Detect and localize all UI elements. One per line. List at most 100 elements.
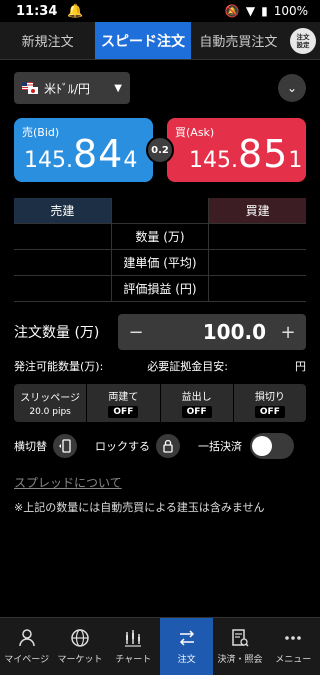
ask-price-main: 85 [237,132,289,176]
order-settings-button[interactable]: 注文 設定 [286,22,320,59]
buy-ask-button[interactable]: 買(Ask) 145.851 [167,118,306,182]
take-profit-label: 益出し [181,392,212,403]
chart-icon [125,630,142,647]
required-margin-unit: 円 [295,360,306,373]
pair-row: 米ﾄﾞﾙ/円 ▼ ⌄ [0,66,320,110]
lock-icon [163,439,173,453]
battery-level: 100% [273,4,308,18]
status-bar: 11:34 🔔 🔕 ▼ ▮ 100% [0,0,320,22]
row-label: 評価損益 (円) [110,276,210,301]
tab-new-order[interactable]: 新規注文 [0,22,95,59]
ask-price: 145.851 [189,132,302,176]
buy-avg-price-cell [209,250,306,275]
rotate-phone-icon [59,439,71,453]
slippage-label: スリッページ [20,393,81,404]
currency-pair-label: 米ﾄﾞﾙ/円 [44,81,91,96]
toggle-row: 横切替 ロックする 一括決済 [14,432,306,460]
order-options-bar: スリッページ 20.0 pips 両建て OFF 益出し OFF 損切り OFF [14,384,306,422]
wifi-icon: ▼ [245,4,256,18]
stop-loss-label: 損切り [254,392,285,403]
increase-quantity-button[interactable]: + [280,322,296,343]
slippage-value: 20.0 pips [29,407,71,417]
mute-icon: 🔕 [224,4,240,18]
bulk-settle-toggle[interactable] [250,433,294,459]
nav-order-label: 注文 [177,655,196,665]
take-profit-setting[interactable]: 益出し OFF [161,384,234,422]
more-icon [285,636,302,640]
globe-icon [71,629,89,647]
buy-position-header: 買建 [209,198,307,223]
ask-price-prefix: 145. [189,148,238,173]
order-type-tabs: 新規注文 スピード注文 自動売買注文 注文 設定 [0,22,320,60]
nav-chart[interactable]: チャート [107,618,160,675]
hedge-label: 両建て [108,392,139,403]
tab-speed-order[interactable]: スピード注文 [95,22,191,59]
orientation-switch-label: 横切替 [14,440,47,453]
battery-icon: ▮ [261,4,268,18]
sell-pnl-cell [14,276,111,301]
nav-menu-label: メニュー [275,655,312,665]
person-icon [18,629,35,647]
lock-button[interactable] [156,434,180,458]
order-arrows-icon [179,630,194,646]
bulk-settle-label: 一括決済 [198,440,242,453]
nav-mypage-label: マイページ [4,655,50,665]
sell-position-header: 売建 [14,198,111,223]
order-settings-line2: 設定 [296,40,310,49]
bid-price-tail: 4 [123,148,138,173]
auto-trade-note: ※上記の数量には自動売買による建玉は含みません [14,501,265,514]
info-row: 発注可能数量(万): 必要証拠金目安: 円 [14,358,306,374]
bid-price-main: 84 [72,132,124,176]
stop-loss-status-badge: OFF [254,406,285,418]
ask-price-tail: 1 [288,148,303,173]
status-time: 11:34 [16,3,58,19]
quantity-stepper: − 100.0 + [118,314,306,350]
currency-pair-select[interactable]: 米ﾄﾞﾙ/円 ▼ [14,72,130,104]
nav-market[interactable]: マーケット [53,618,106,675]
slippage-setting[interactable]: スリッページ 20.0 pips [14,384,88,422]
bid-price: 145.844 [24,132,137,176]
hedge-status-badge: OFF [108,406,139,418]
buy-quantity-cell [209,224,306,249]
nav-order[interactable]: 注文 [159,618,214,675]
position-table-header: 売建 買建 [14,198,307,224]
usd-jpy-flag-icon [22,82,38,94]
spread-badge: 0.2 [146,136,174,164]
row-label: 建単価 (平均) [110,250,210,275]
lock-label: ロックする [95,440,150,453]
required-margin-label: 必要証拠金目安: [147,360,229,373]
quote-panel: 売(Bid) 145.844 買(Ask) 145.851 0.2 [14,118,306,184]
chevron-down-icon: ⌄ [286,81,298,95]
order-settings-line1: 注文 [296,32,310,41]
bottom-navigation: マイページ マーケット チャート 注文 決済・照会 メニュー [0,617,320,675]
table-row: 評価損益 (円) [14,276,306,302]
notification-bell-icon: 🔔 [67,3,84,19]
nav-menu[interactable]: メニュー [267,618,320,675]
hedge-setting[interactable]: 両建て OFF [87,384,161,422]
nav-chart-label: チャート [115,655,152,665]
stop-loss-setting[interactable]: 損切り OFF [234,384,306,422]
table-row: 数量 (万) [14,224,306,250]
position-label-header [110,198,210,223]
row-label: 数量 (万) [110,224,210,249]
nav-mypage[interactable]: マイページ [0,618,53,675]
document-search-icon [232,629,249,647]
spread-info-link[interactable]: スプレッドについて [14,474,306,491]
nav-settlement[interactable]: 決済・照会 [213,618,266,675]
take-profit-status-badge: OFF [181,406,212,418]
sell-avg-price-cell [14,250,111,275]
bid-price-prefix: 145. [24,148,73,173]
nav-market-label: マーケット [57,655,103,665]
order-settings-icon: 注文 設定 [289,27,316,54]
position-table: 売建 買建 数量 (万) 建単価 (平均) 評価損益 (円) [14,198,307,302]
available-quantity-label: 発注可能数量(万): [14,360,104,373]
order-quantity-input[interactable]: 100.0 [144,320,280,344]
sell-bid-button[interactable]: 売(Bid) 145.844 [14,118,153,182]
tab-auto-trade-order[interactable]: 自動売買注文 [191,22,286,59]
orientation-switch-button[interactable] [53,434,77,458]
dropdown-caret-icon: ▼ [114,82,122,94]
collapse-button[interactable]: ⌄ [278,74,306,102]
order-quantity-label: 注文数量 (万) [14,325,100,341]
buy-pnl-cell [209,276,306,301]
decrease-quantity-button[interactable]: − [128,322,144,343]
